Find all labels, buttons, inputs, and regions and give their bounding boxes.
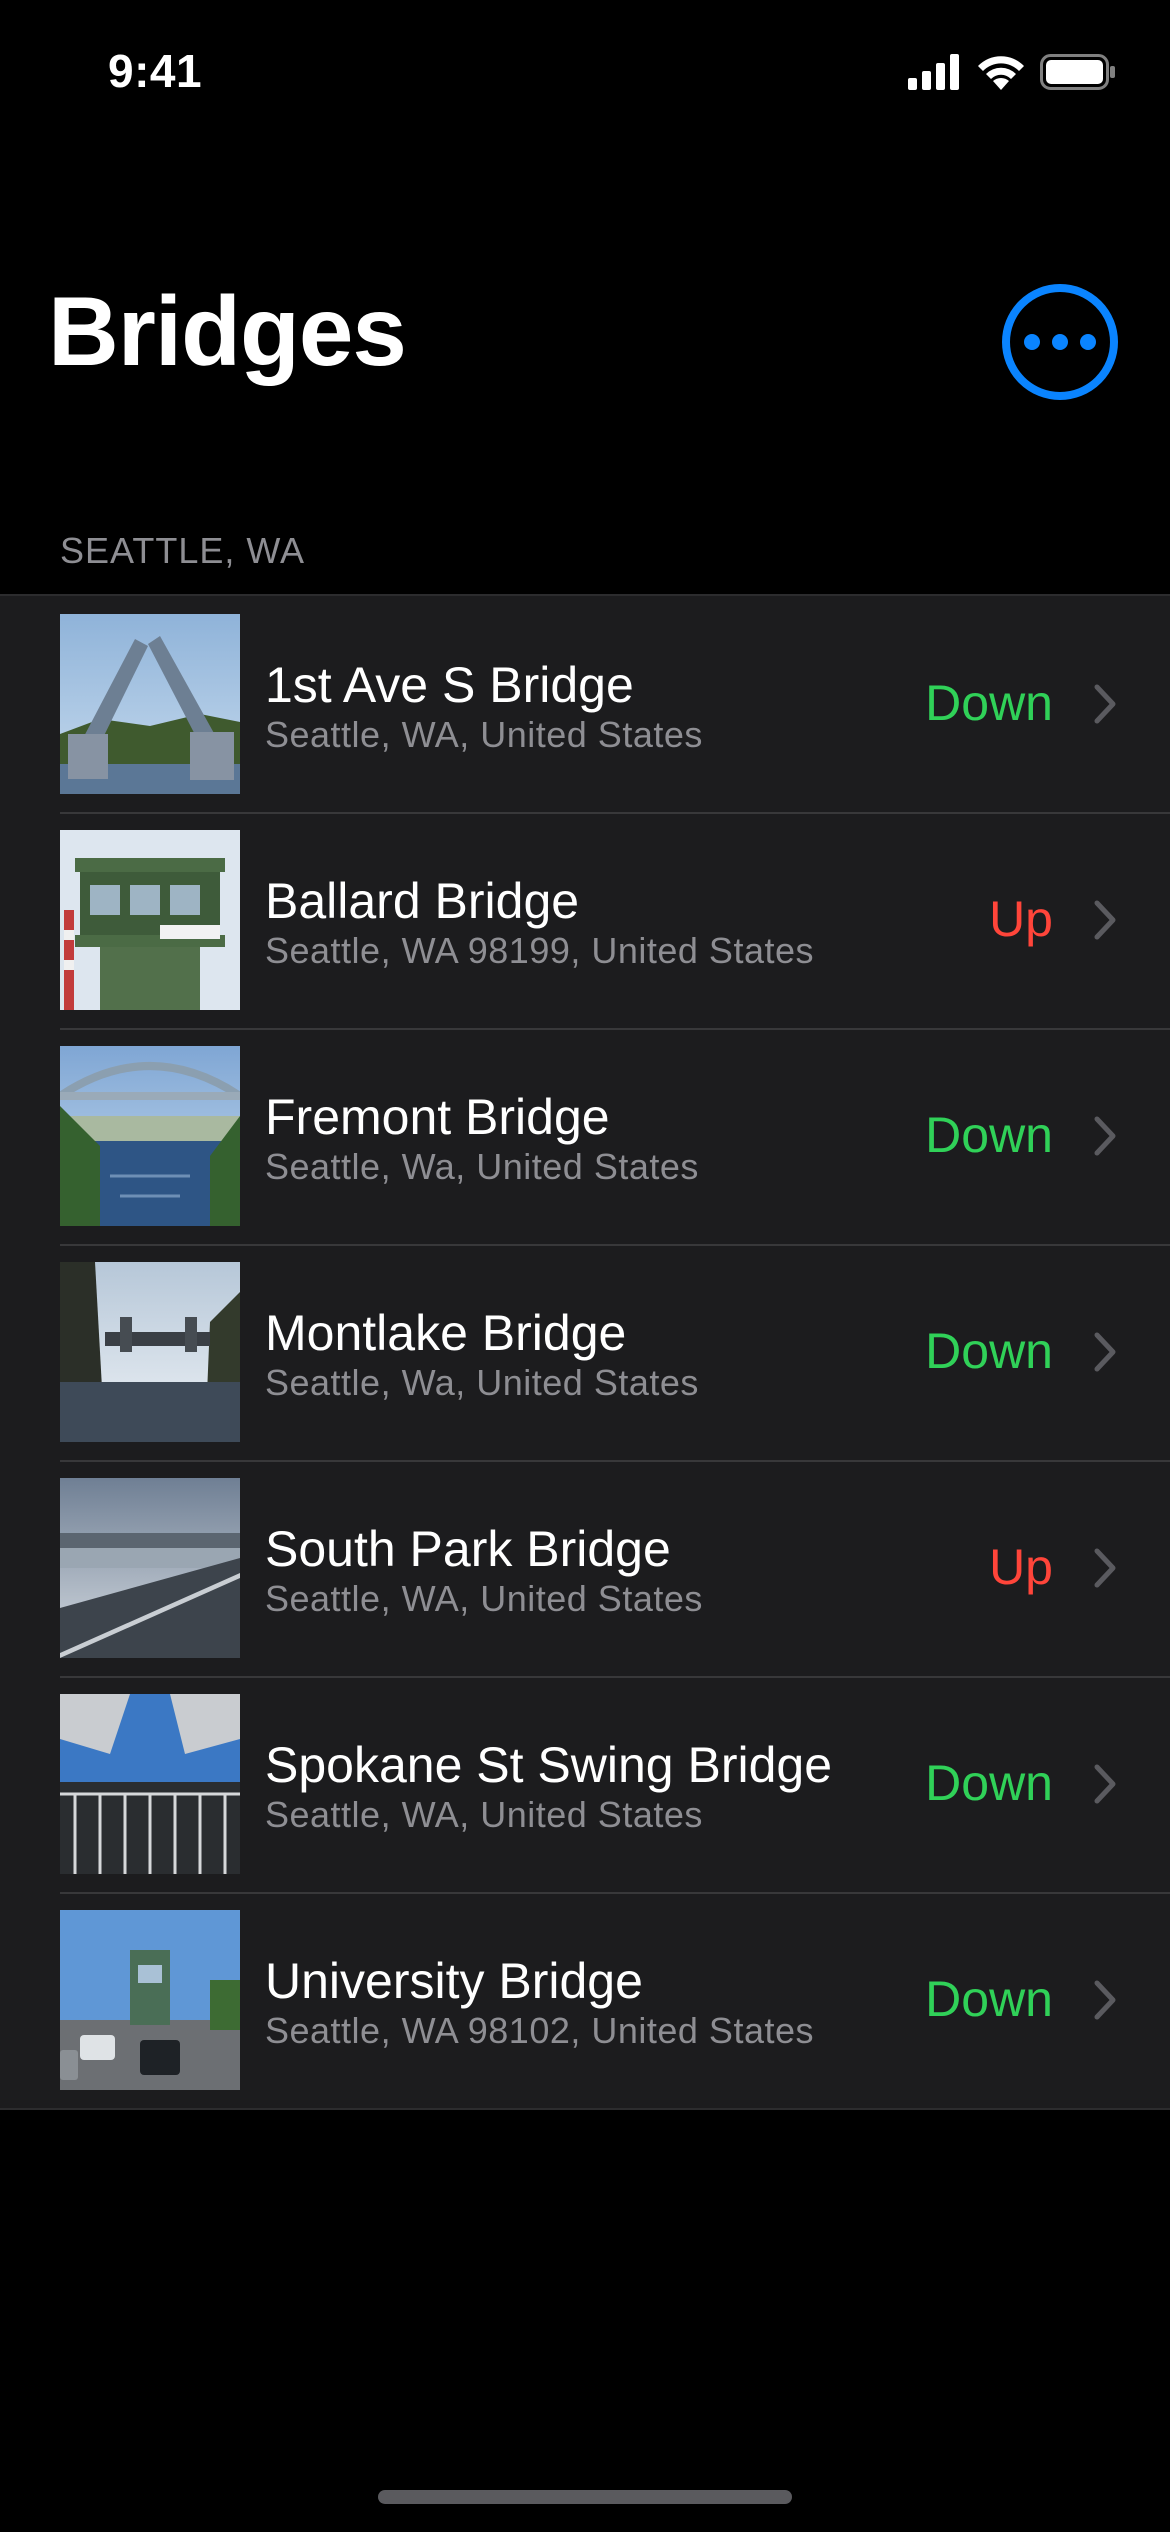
ellipsis-circle-icon <box>1024 334 1096 350</box>
bridge-photo <box>60 1694 240 1874</box>
chevron-right-icon <box>1094 1980 1116 2020</box>
bridge-row[interactable]: Fremont Bridge Seattle, Wa, United State… <box>0 1028 1170 1244</box>
bridge-name: University Bridge <box>265 1953 643 2009</box>
bridge-name: Ballard Bridge <box>265 873 580 929</box>
bridge-name: South Park Bridge <box>265 1521 671 1577</box>
chevron-right-icon <box>1094 1332 1116 1372</box>
bridge-status: Up <box>989 1539 1053 1595</box>
bridge-photo <box>60 1262 240 1442</box>
bridge-list: 1st Ave S Bridge Seattle, WA, United Sta… <box>0 594 1170 2110</box>
status-bar: 9:41 <box>0 0 1170 150</box>
bridge-photo <box>60 1478 240 1658</box>
bridge-status: Down <box>925 1971 1053 2027</box>
bridge-location: Seattle, WA, United States <box>265 1794 703 1835</box>
bridge-photo <box>60 1046 240 1226</box>
bridge-photo <box>60 1910 240 2090</box>
bridge-status: Up <box>989 891 1053 947</box>
chevron-right-icon <box>1094 1764 1116 1804</box>
bridge-status: Down <box>925 1755 1053 1811</box>
bridge-status: Down <box>925 1323 1053 1379</box>
chevron-right-icon <box>1094 684 1116 724</box>
cellular-signal-icon <box>908 54 962 90</box>
more-options-button[interactable] <box>1002 284 1118 400</box>
status-time: 9:41 <box>108 45 203 97</box>
bridge-name: Spokane St Swing Bridge <box>265 1737 833 1793</box>
status-icons <box>908 52 1116 92</box>
bridge-location: Seattle, Wa, United States <box>265 1146 699 1187</box>
bridge-row[interactable]: Ballard Bridge Seattle, WA 98199, United… <box>0 812 1170 1028</box>
bridge-location: Seattle, WA, United States <box>265 714 703 755</box>
wifi-icon <box>976 54 1026 90</box>
bridge-location: Seattle, WA, United States <box>265 1578 703 1619</box>
page-title: Bridges <box>48 276 407 386</box>
bridge-name: Fremont Bridge <box>265 1089 610 1145</box>
bridge-status: Down <box>925 675 1053 731</box>
section-header: SEATTLE, WA <box>60 530 306 571</box>
chevron-right-icon <box>1094 1116 1116 1156</box>
bridge-location: Seattle, WA 98102, United States <box>265 2010 814 2051</box>
home-indicator[interactable] <box>378 2490 792 2504</box>
bridge-status: Down <box>925 1107 1053 1163</box>
bridge-row[interactable]: 1st Ave S Bridge Seattle, WA, United Sta… <box>0 596 1170 812</box>
bridge-name: Montlake Bridge <box>265 1305 627 1361</box>
bridge-location: Seattle, Wa, United States <box>265 1362 699 1403</box>
bridge-row[interactable]: Spokane St Swing Bridge Seattle, WA, Uni… <box>0 1676 1170 1892</box>
chevron-right-icon <box>1094 1548 1116 1588</box>
bridge-name: 1st Ave S Bridge <box>265 657 634 713</box>
bridge-row[interactable]: University Bridge Seattle, WA 98102, Uni… <box>0 1892 1170 2108</box>
bridge-photo <box>60 830 240 1010</box>
battery-icon <box>1040 54 1116 90</box>
chevron-right-icon <box>1094 900 1116 940</box>
bridges-screen: 9:41 Bridges SEATTLE, WA 1st Ave S Bridg… <box>0 0 1170 2532</box>
bridge-photo <box>60 614 240 794</box>
bridge-location: Seattle, WA 98199, United States <box>265 930 814 971</box>
bridge-row[interactable]: South Park Bridge Seattle, WA, United St… <box>0 1460 1170 1676</box>
bridge-row[interactable]: Montlake Bridge Seattle, Wa, United Stat… <box>0 1244 1170 1460</box>
